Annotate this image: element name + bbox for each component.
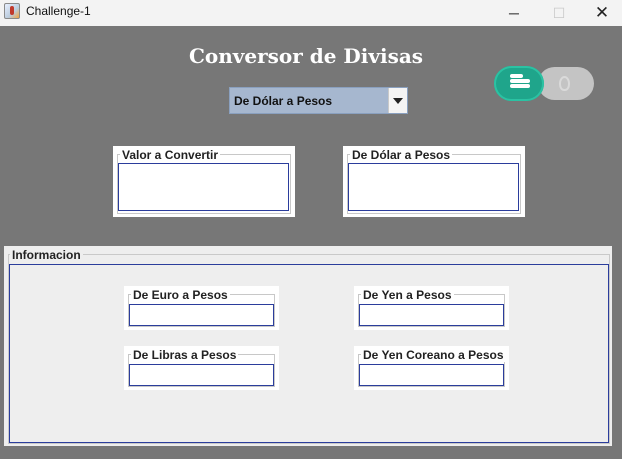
korean-won-rate-field[interactable]: [359, 364, 504, 386]
info-panel-title: Informacion: [10, 248, 83, 262]
thermometer-icon: [559, 76, 570, 91]
pound-panel-title: De Libras a Pesos: [131, 348, 239, 362]
minimize-button[interactable]: ─: [492, 0, 536, 26]
input-panel: Valor a Convertir: [113, 146, 295, 217]
korean-won-panel: De Yen Coreano a Pesos: [354, 346, 509, 390]
close-button[interactable]: ✕: [580, 0, 622, 26]
pound-rate-field[interactable]: [129, 364, 274, 386]
yen-rate-field[interactable]: [359, 304, 504, 326]
toggle-knob[interactable]: [494, 66, 544, 101]
output-panel: De Dólar a Pesos: [343, 146, 525, 217]
page-title: Conversor de Divisas: [188, 44, 424, 68]
euro-rate-field[interactable]: [129, 304, 274, 326]
input-panel-title: Valor a Convertir: [120, 148, 221, 162]
info-panel: Informacion De Euro a Pesos De Yen a Pes…: [4, 246, 612, 446]
euro-panel-title: De Euro a Pesos: [131, 288, 230, 302]
pound-panel: De Libras a Pesos: [124, 346, 279, 390]
java-app-icon: [4, 3, 20, 19]
output-panel-title: De Dólar a Pesos: [350, 148, 453, 162]
yen-panel: De Yen a Pesos: [354, 286, 509, 330]
maximize-button[interactable]: ☐: [537, 0, 581, 26]
amount-input[interactable]: [118, 163, 289, 211]
yen-panel-title: De Yen a Pesos: [361, 288, 454, 302]
window-title: Challenge-1: [26, 4, 91, 18]
euro-panel: De Euro a Pesos: [124, 286, 279, 330]
chevron-down-icon[interactable]: [388, 88, 407, 113]
korean-won-panel-title: De Yen Coreano a Pesos: [361, 348, 506, 362]
result-output-field[interactable]: [348, 163, 519, 211]
coins-icon: [507, 74, 531, 93]
window-titlebar: Challenge-1 ─ ☐ ✕: [0, 0, 622, 26]
mode-toggle[interactable]: [494, 66, 594, 101]
conversion-select[interactable]: De Dólar a Pesos: [229, 87, 408, 114]
toggle-track: [538, 67, 594, 100]
info-panel-inner: [9, 264, 609, 443]
conversion-select-value: De Dólar a Pesos: [234, 94, 333, 108]
